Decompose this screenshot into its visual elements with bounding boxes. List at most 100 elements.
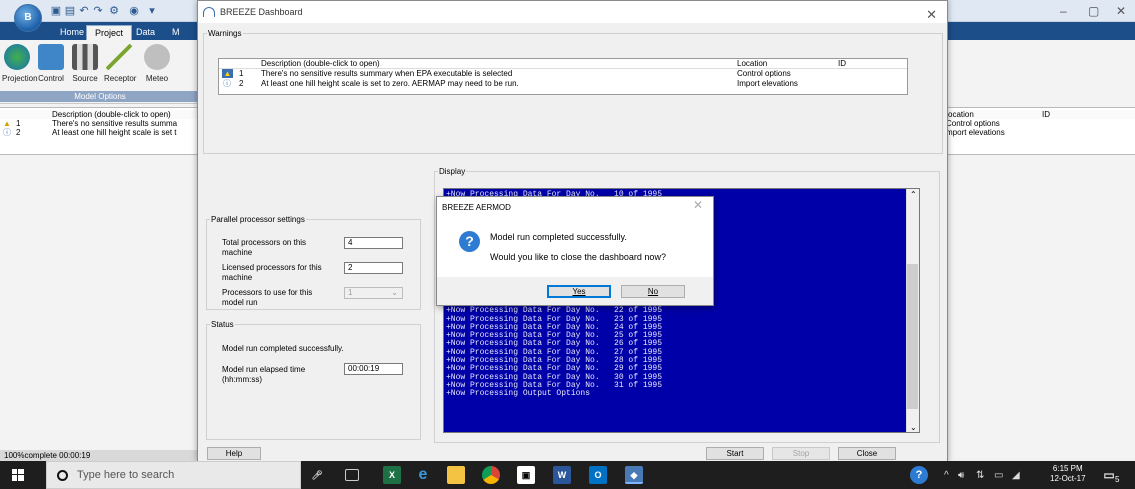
meteo-icon	[144, 44, 170, 70]
battery-icon[interactable]: ▭	[994, 470, 1003, 481]
microphone-icon[interactable]: 🎤︎	[308, 466, 326, 484]
chrome-icon[interactable]	[482, 466, 500, 484]
excel-icon[interactable]: X	[383, 466, 401, 484]
close-icon[interactable]: ✕	[693, 198, 703, 212]
scroll-down-icon[interactable]: ⌄	[910, 423, 917, 432]
warnings-header: Description (double-click to open) Locat…	[219, 59, 907, 69]
console-scrollbar[interactable]: ⌃ ⌄	[906, 189, 919, 432]
clock-date: 12-Oct-17	[1050, 474, 1086, 483]
dialog-title: BREEZE AERMOD	[442, 203, 511, 212]
undo-icon[interactable]: ↶	[78, 5, 90, 17]
application-menu-button[interactable]: B	[14, 4, 42, 32]
receptor-icon	[106, 44, 132, 70]
display-title: Display	[439, 167, 466, 176]
bg-row-location: mport elevations	[946, 128, 1005, 137]
tools-icon[interactable]: ⚙	[108, 5, 120, 17]
taskbar: Type here to search 🎤︎ X e ▣ W O ◆ ? ^ 🔊…	[0, 461, 1135, 489]
question-icon: ?	[459, 231, 480, 252]
save-all-icon[interactable]: ▤	[64, 5, 76, 17]
control-icon	[38, 44, 64, 70]
no-button[interactable]: No	[621, 285, 685, 298]
processors-to-use-value: 1	[348, 288, 353, 297]
elapsed-time-label: Model run elapsed time (hh:mm:ss)	[222, 365, 306, 384]
row-number: 1	[239, 69, 244, 78]
warning-row-1[interactable]: ▲ 1 There's no sensitive results summary…	[219, 69, 907, 78]
minimize-icon[interactable]: –	[1060, 4, 1067, 18]
projection-button[interactable]: Projection	[2, 44, 38, 83]
window-controls: – ▢ ✕	[1040, 4, 1135, 18]
source-label: Source	[72, 74, 98, 83]
dialog-message-1: Model run completed successfully.	[490, 232, 627, 242]
warnings-title: Warnings	[208, 29, 242, 38]
clock-time: 6:15 PM	[1052, 464, 1083, 473]
wifi-icon[interactable]: ◢	[1012, 470, 1020, 481]
ribbon-group-label: Model Options	[0, 91, 200, 102]
chevron-down-icon: ⌄	[391, 288, 398, 297]
info-icon: ⓘ	[223, 79, 231, 88]
bg-header-id: ID	[1042, 110, 1050, 119]
word-icon[interactable]: W	[553, 466, 571, 484]
dashboard-titlebar: BREEZE Dashboard ✕	[198, 1, 947, 23]
notification-count: 5	[1115, 475, 1120, 484]
yes-button[interactable]: Yes	[547, 285, 611, 298]
customize-icon[interactable]: ▾	[146, 5, 158, 17]
edge-icon[interactable]: e	[414, 466, 432, 484]
dialog-message-2: Would you like to close the dashboard no…	[490, 252, 666, 262]
start-button[interactable]: Start	[706, 447, 764, 460]
meteo-button[interactable]: Meteo	[142, 44, 172, 83]
elapsed-time-field[interactable]: 00:00:19	[344, 363, 403, 375]
control-button[interactable]: Control	[36, 44, 66, 83]
info-icon: ⓘ	[3, 128, 11, 137]
task-view-icon[interactable]	[345, 469, 359, 481]
source-button[interactable]: Source	[70, 44, 100, 83]
console-line: +Now Processing Output Options	[446, 389, 591, 399]
tab-more[interactable]: M	[164, 25, 188, 40]
bg-row-location: Control options	[946, 119, 1000, 128]
meteo-label: Meteo	[145, 74, 169, 83]
processors-to-use-select[interactable]: 1 ⌄	[344, 287, 403, 299]
close-icon[interactable]: ✕	[1116, 4, 1126, 18]
licensed-processors-field[interactable]: 2	[344, 262, 403, 274]
row-location: Control options	[737, 69, 791, 78]
row-text: At least one hill height scale is set to…	[261, 79, 519, 88]
outlook-icon[interactable]: O	[589, 466, 607, 484]
confirm-dialog: BREEZE AERMOD ✕ ? Model run completed su…	[436, 196, 714, 306]
file-explorer-icon[interactable]	[447, 466, 465, 484]
control-label: Control	[38, 74, 64, 83]
total-processors-field[interactable]: 4	[344, 237, 403, 249]
search-placeholder: Type here to search	[77, 469, 175, 481]
bg-row-number: 2	[16, 128, 21, 137]
warning-row-2[interactable]: ⓘ 2 At least one hill height scale is se…	[219, 79, 907, 88]
scroll-up-icon[interactable]: ⌃	[910, 190, 917, 199]
volume-icon[interactable]: 🔊︎	[958, 470, 964, 481]
help-icon[interactable]: ◉	[128, 5, 140, 17]
header-description: Description (double-click to open)	[261, 59, 380, 68]
save-icon[interactable]: ▣	[50, 5, 62, 17]
header-id: ID	[838, 59, 846, 68]
licensed-processors-label: Licensed processors for this machine	[222, 263, 322, 282]
taskbar-clock[interactable]: 6:15 PM 12-Oct-17	[1050, 464, 1086, 484]
redo-icon[interactable]: ↷	[92, 5, 104, 17]
windows-start-icon[interactable]	[12, 469, 24, 481]
bg-row-text: At least one hill height scale is set t	[52, 128, 177, 137]
help-tray-icon[interactable]: ?	[910, 466, 928, 484]
scroll-thumb[interactable]	[907, 264, 918, 409]
status-title: Status	[211, 320, 234, 329]
maximize-icon[interactable]: ▢	[1088, 4, 1099, 18]
tab-project[interactable]: Project	[86, 25, 133, 40]
warnings-list: Description (double-click to open) Locat…	[218, 58, 908, 95]
bg-header-description: Description (double-click to open)	[52, 110, 171, 119]
total-processors-label: Total processors on this machine	[222, 238, 307, 257]
taskbar-search-box[interactable]: Type here to search	[46, 461, 301, 489]
help-button[interactable]: Help	[207, 447, 261, 460]
tab-data[interactable]: Data	[128, 25, 163, 40]
breeze-app-icon[interactable]: ◆	[625, 466, 643, 484]
receptor-button[interactable]: Receptor	[104, 44, 137, 83]
receptor-label: Receptor	[104, 74, 137, 83]
close-button[interactable]: Close	[838, 447, 896, 460]
network-icon[interactable]: ⇅	[976, 470, 984, 481]
close-icon[interactable]: ✕	[926, 4, 937, 26]
store-icon[interactable]: ▣	[517, 466, 535, 484]
show-hidden-icons[interactable]: ^	[944, 470, 949, 481]
stop-button[interactable]: Stop	[772, 447, 830, 460]
